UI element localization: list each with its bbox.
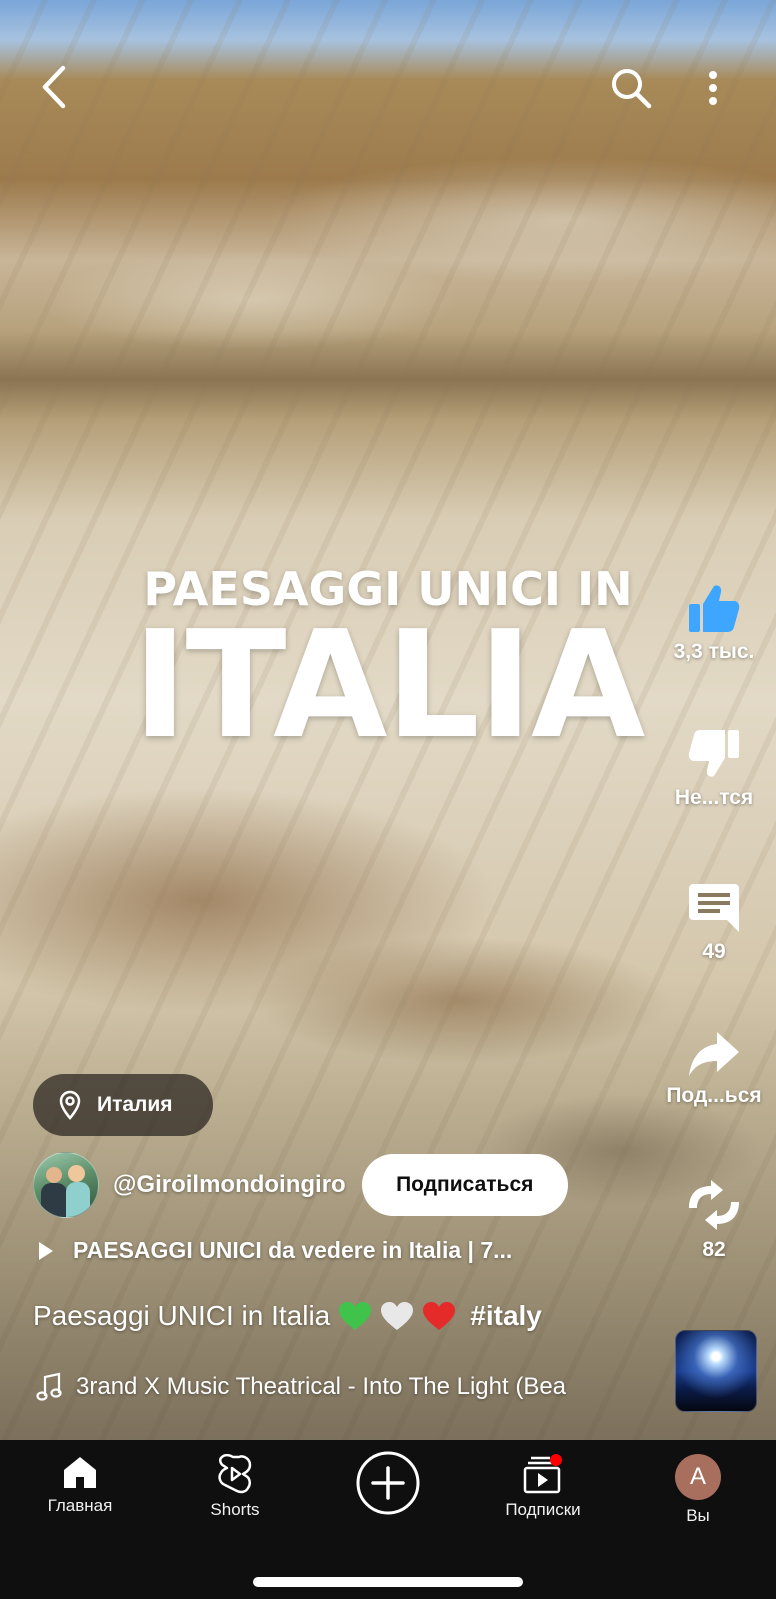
- dislike-button[interactable]: Не...тся: [659, 728, 769, 810]
- search-button[interactable]: [605, 62, 657, 114]
- create-plus-icon: [356, 1451, 420, 1515]
- white-heart-icon: [380, 1301, 414, 1331]
- subscribe-button[interactable]: Подписаться: [361, 1154, 568, 1216]
- nav-home[interactable]: Главная: [15, 1454, 145, 1516]
- hashtag-link[interactable]: #italy: [470, 1300, 542, 1332]
- nav-you[interactable]: A Вы: [633, 1454, 763, 1526]
- nav-subscriptions[interactable]: Подписки: [478, 1454, 608, 1520]
- share-icon: [689, 1032, 739, 1076]
- channel-avatar[interactable]: [33, 1152, 99, 1218]
- nav-home-label: Главная: [47, 1496, 113, 1515]
- green-heart-icon: [338, 1301, 372, 1331]
- dislike-label: Не...тся: [674, 786, 754, 809]
- like-count: 3,3 тыс.: [673, 640, 755, 663]
- nav-create[interactable]: [323, 1450, 453, 1516]
- share-button[interactable]: Под...ься: [659, 1030, 769, 1108]
- home-icon: [64, 1457, 96, 1488]
- comment-icon: [689, 884, 739, 932]
- subscriptions-icon: [523, 1454, 562, 1494]
- related-video-link[interactable]: PAESAGGI UNICI da vedere in Italia | 7..…: [37, 1237, 512, 1264]
- description-text: Paesaggi UNICI in Italia: [33, 1300, 331, 1331]
- related-video-title: PAESAGGI UNICI da vedere in Italia | 7..…: [73, 1237, 513, 1263]
- more-options-button[interactable]: [696, 62, 730, 114]
- remix-count: 82: [702, 1238, 726, 1261]
- channel-handle[interactable]: @Giroilmondoingiro: [113, 1171, 346, 1199]
- location-pin-icon: [59, 1090, 81, 1120]
- more-vert-icon: [709, 71, 717, 105]
- video-description[interactable]: Paesaggi UNICI in Italia #italy: [33, 1300, 542, 1332]
- back-arrow-icon: [42, 65, 66, 109]
- thumb-down-icon: [688, 730, 739, 777]
- nav-subscriptions-label: Подписки: [505, 1500, 581, 1519]
- music-track: 3rand X Music Theatrical - Into The Ligh…: [76, 1373, 567, 1400]
- home-indicator: [253, 1577, 523, 1587]
- notification-dot: [550, 1454, 562, 1466]
- thumb-up-icon: [689, 585, 740, 632]
- share-label: Под...ься: [666, 1084, 762, 1107]
- remix-icon: [689, 1180, 739, 1230]
- back-button[interactable]: [30, 62, 80, 112]
- music-row[interactable]: 3rand X Music Theatrical - Into The Ligh…: [36, 1372, 656, 1402]
- location-chip[interactable]: Италия: [33, 1074, 213, 1136]
- channel-row: @Giroilmondoingiro Подписаться: [33, 1152, 568, 1218]
- sound-thumbnail[interactable]: [675, 1330, 757, 1412]
- nav-shorts[interactable]: Shorts: [170, 1454, 300, 1520]
- location-label: Италия: [97, 1093, 173, 1116]
- bottom-navigation: Главная Shorts Подписки A Вы: [0, 1440, 776, 1599]
- nav-shorts-label: Shorts: [210, 1500, 260, 1519]
- shorts-icon: [218, 1454, 252, 1494]
- comments-button[interactable]: 49: [659, 880, 769, 964]
- remix-button[interactable]: 82: [659, 1178, 769, 1262]
- music-note-icon: [36, 1372, 62, 1401]
- comment-count: 49: [702, 940, 726, 963]
- user-avatar: A: [675, 1454, 721, 1500]
- play-icon: [39, 1241, 53, 1260]
- search-icon: [612, 69, 652, 109]
- like-button[interactable]: 3,3 тыс.: [659, 582, 769, 664]
- red-heart-icon: [422, 1301, 456, 1331]
- nav-you-label: Вы: [686, 1506, 710, 1525]
